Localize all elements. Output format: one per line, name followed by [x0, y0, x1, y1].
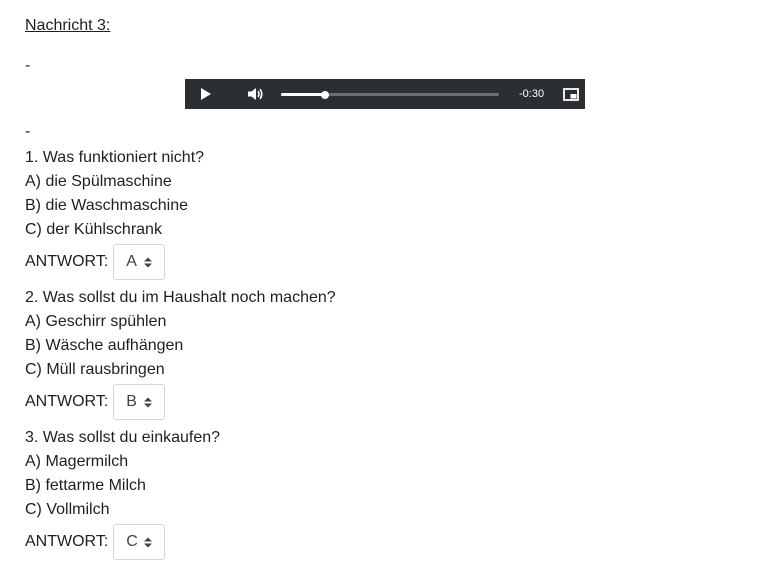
time-remaining: -0:30	[519, 88, 545, 100]
select-arrows-icon	[144, 537, 153, 548]
question-3: 3. Was sollst du einkaufen? A) Magermilc…	[25, 426, 625, 562]
answer-row: ANTWORT: A	[25, 242, 625, 282]
question-text: 3. Was sollst du einkaufen?	[25, 429, 221, 446]
separator-dash-top: -	[25, 57, 31, 74]
option-c: C) der Kühlschrank	[25, 221, 162, 238]
answer-row: ANTWORT: B	[25, 382, 625, 422]
answer-label: ANTWORT:	[25, 253, 109, 270]
answer-label: ANTWORT:	[25, 533, 109, 550]
volume-button[interactable]	[245, 79, 267, 109]
play-icon	[201, 88, 211, 100]
answer-select-1[interactable]: A	[113, 244, 166, 280]
picture-in-picture-icon	[563, 87, 579, 101]
audio-player: -0:30	[185, 79, 585, 109]
question-2: 2. Was sollst du im Haushalt noch machen…	[25, 286, 625, 422]
option-b: B) Wäsche aufhängen	[25, 337, 184, 354]
select-arrows-icon	[144, 257, 153, 268]
option-b: B) die Waschmaschine	[25, 197, 189, 214]
progress-handle[interactable]	[320, 90, 329, 99]
option-a: A) Magermilch	[25, 453, 129, 470]
progress-fill	[281, 93, 325, 96]
option-a: A) Geschirr spühlen	[25, 313, 167, 330]
answer-select-value: B	[126, 393, 137, 410]
answer-select-2[interactable]: B	[113, 384, 166, 420]
progress-slider[interactable]	[281, 79, 499, 109]
question-text: 1. Was funktioniert nicht?	[25, 149, 205, 166]
answer-select-value: A	[126, 253, 137, 270]
option-b: B) fettarme Milch	[25, 477, 146, 494]
answer-label: ANTWORT:	[25, 393, 109, 410]
separator-dash-bottom: -	[25, 123, 31, 140]
option-a: A) die Spülmaschine	[25, 173, 172, 190]
page-title: Nachricht 3:	[25, 17, 111, 34]
answer-select-value: C	[126, 533, 138, 550]
option-c: C) Vollmilch	[25, 501, 110, 518]
play-button[interactable]	[195, 79, 217, 109]
option-c: C) Müll rausbringen	[25, 361, 165, 378]
answer-row: ANTWORT: C	[25, 522, 625, 562]
answer-select-3[interactable]: C	[113, 524, 166, 560]
volume-icon	[248, 88, 263, 100]
select-arrows-icon	[144, 397, 153, 408]
question-text: 2. Was sollst du im Haushalt noch machen…	[25, 289, 336, 306]
picture-in-picture-button[interactable]	[561, 79, 581, 109]
question-list: 1. Was funktioniert nicht? A) die Spülma…	[25, 146, 625, 566]
question-1: 1. Was funktioniert nicht? A) die Spülma…	[25, 146, 625, 282]
